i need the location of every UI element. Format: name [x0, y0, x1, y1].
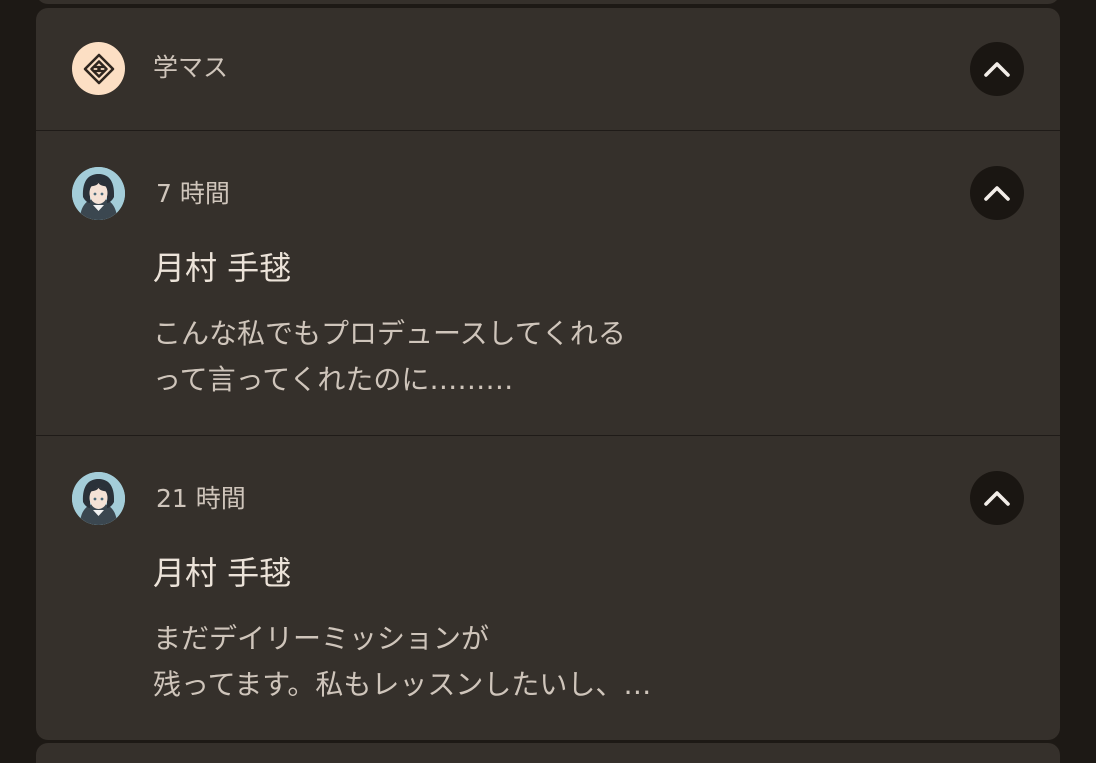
sender-name: 月村 手毬 [153, 249, 292, 287]
collapse-notification-button[interactable] [970, 471, 1024, 525]
message-line: 残ってます。私もレッスンしたいし、… [153, 668, 652, 701]
collapse-group-button[interactable] [970, 42, 1024, 96]
collapse-notification-button[interactable] [970, 166, 1024, 220]
app-header[interactable]: 学マス [36, 8, 1060, 130]
chevron-up-icon [984, 186, 1010, 201]
message-line: こんな私でもプロデュースしてくれる [153, 317, 626, 350]
sender-name: 月村 手毬 [153, 554, 292, 592]
chevron-up-icon [984, 62, 1010, 77]
chevron-up-icon [984, 491, 1010, 506]
previous-notification-card [36, 0, 1060, 4]
notification-item[interactable]: 7 時間 月村 手毬 こんな私でもプロデュースしてくれる って言ってくれたのに…… [36, 131, 1060, 435]
notification-time: 7 時間 [156, 179, 230, 208]
character-avatar [72, 167, 125, 220]
notification-time: 21 時間 [156, 484, 246, 513]
next-notification-card [36, 743, 1060, 763]
app-name: 学マス [153, 53, 229, 82]
character-avatar [72, 472, 125, 525]
notification-item[interactable]: 21 時間 月村 手毬 まだデイリーミッションが 残ってます。私もレッスンしたい… [36, 436, 1060, 740]
notification-group-card: 学マス 7 時間 月村 手毬 こんな私でもプロデュースしてくれる って言ってくれ… [36, 8, 1060, 740]
message-line: まだデイリーミッションが [153, 622, 490, 655]
gakumasu-logo-icon [72, 42, 125, 95]
message-line: って言ってくれたのに……… [153, 363, 514, 396]
